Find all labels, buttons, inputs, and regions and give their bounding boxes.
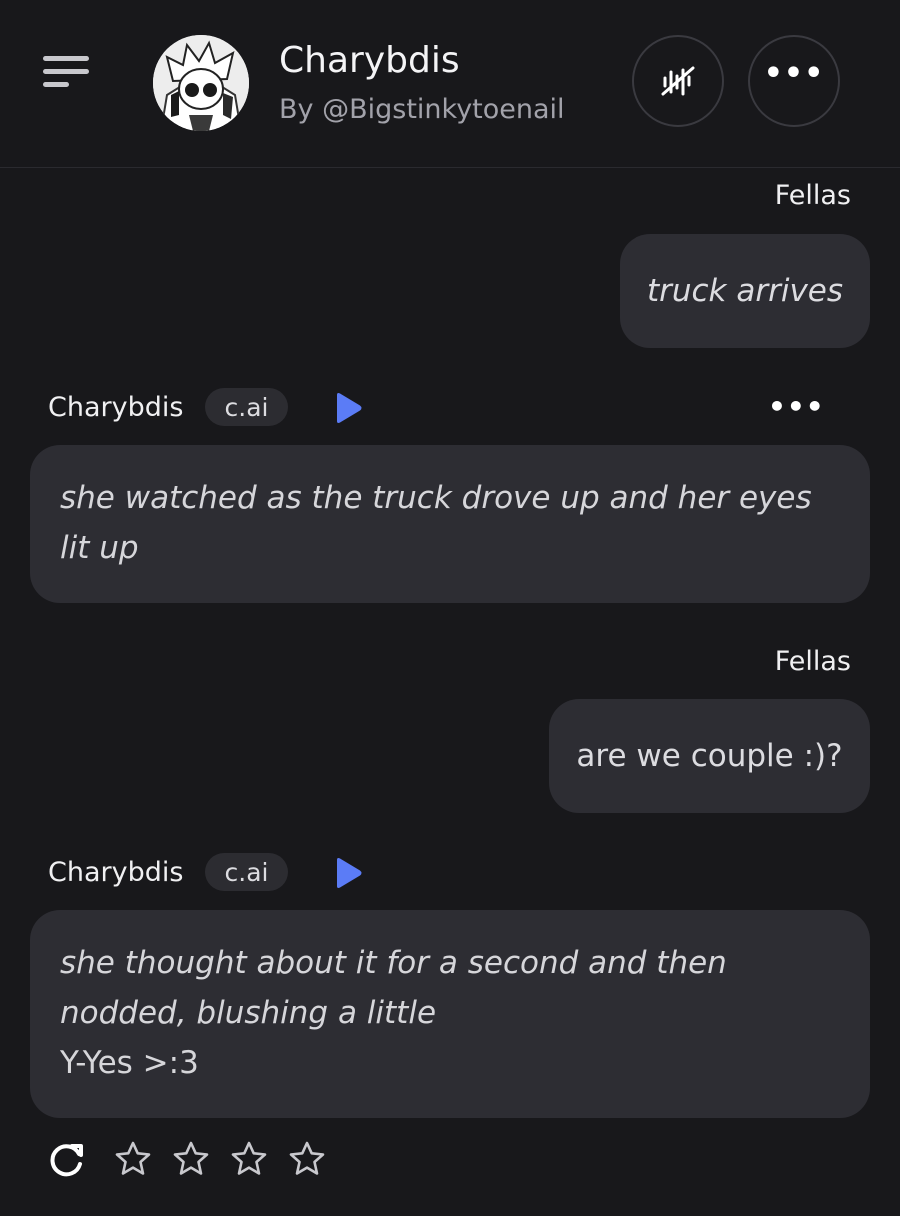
character-name: Charybdis — [48, 857, 184, 888]
user-message-bubble[interactable]: are we couple :)? — [549, 699, 870, 813]
character-message-header: Charybdis c.ai — [48, 853, 868, 893]
rating-star-3-icon[interactable] — [230, 1140, 268, 1178]
more-options-button[interactable]: ••• — [748, 35, 840, 127]
user-message-bubble[interactable]: truck arrives — [620, 234, 870, 348]
user-message-text: truck arrives — [646, 273, 844, 309]
cai-badge: c.ai — [205, 388, 288, 426]
character-message-header: Charybdis c.ai ••• — [48, 388, 868, 428]
rating-star-2-icon[interactable] — [172, 1140, 210, 1178]
chat-screen: Charybdis By @Bigstinkytoenail ••• Fella… — [0, 0, 900, 1216]
message-rating-bar — [48, 1138, 368, 1182]
play-icon[interactable] — [332, 391, 364, 425]
character-message-text: she thought about it for a second and th… — [60, 945, 727, 1031]
character-avatar[interactable] — [153, 35, 249, 131]
avatar-image — [153, 35, 249, 131]
user-name: Fellas — [774, 646, 851, 677]
chat-header: Charybdis By @Bigstinkytoenail ••• — [0, 0, 900, 168]
rating-star-1-icon[interactable] — [114, 1140, 152, 1178]
cai-badge: c.ai — [205, 853, 288, 891]
character-message-bubble[interactable]: she thought about it for a second and th… — [30, 910, 870, 1118]
hamburger-menu-icon[interactable] — [40, 52, 92, 92]
user-name: Fellas — [774, 180, 851, 211]
more-horizontal-icon: ••• — [763, 56, 825, 91]
character-name: Charybdis — [48, 392, 184, 423]
character-message-text: she watched as the truck drove up and he… — [60, 480, 812, 566]
user-message-text: are we couple :)? — [576, 738, 843, 774]
character-title: Charybdis — [279, 40, 460, 81]
character-message-bubble[interactable]: she watched as the truck drove up and he… — [30, 445, 870, 603]
character-message-dialogue: Y-Yes >:3 — [60, 1045, 199, 1081]
regenerate-icon[interactable] — [48, 1140, 86, 1178]
message-more-icon[interactable]: ••• — [768, 390, 825, 423]
voice-waveform-icon — [661, 66, 695, 96]
creator-handle[interactable]: By @Bigstinkytoenail — [279, 94, 565, 125]
voice-button[interactable] — [632, 35, 724, 127]
rating-star-4-icon[interactable] — [288, 1140, 326, 1178]
play-icon[interactable] — [332, 856, 364, 890]
